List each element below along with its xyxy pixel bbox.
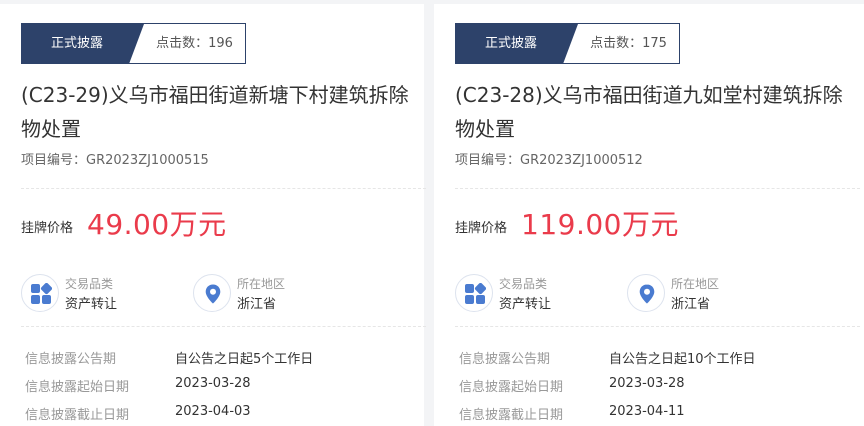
grid-apps-icon [21, 274, 59, 312]
info-key: 信息披露公告期 [459, 352, 551, 367]
category-value: 资产转让 [499, 297, 552, 312]
location-pin-icon [627, 274, 665, 312]
divider [21, 326, 426, 327]
info-value: 自公告之日起5个工作日 [175, 352, 314, 367]
info-value: 2023-04-03 [175, 404, 251, 419]
info-key: 信息披露截止日期 [459, 408, 564, 423]
listing-price: 119.00万元 [521, 208, 679, 241]
divider [455, 326, 860, 327]
category-key: 交易品类 [499, 277, 548, 291]
project-card[interactable]: 正式披露 点击数：175 (C23-28)义乌市福田街道九如堂村建筑拆除物处置 … [434, 4, 864, 426]
region-key: 所在地区 [237, 277, 286, 291]
status-badge: 正式披露 [22, 24, 144, 63]
project-number: 项目编号：GR2023ZJ1000512 [455, 153, 643, 168]
status-badge: 正式披露 [456, 24, 578, 63]
info-key: 信息披露截止日期 [25, 408, 130, 423]
project-number: 项目编号：GR2023ZJ1000515 [21, 153, 209, 168]
region-key: 所在地区 [671, 277, 720, 291]
info-value: 2023-03-28 [175, 376, 251, 391]
category-key: 交易品类 [65, 277, 114, 291]
status-tag: 正式披露 点击数：175 [455, 23, 680, 64]
info-value: 自公告之日起10个工作日 [609, 352, 756, 367]
click-count: 点击数：196 [156, 36, 233, 51]
info-key: 信息披露起始日期 [25, 380, 130, 395]
price-label: 挂牌价格 [455, 221, 508, 236]
price-label: 挂牌价格 [21, 221, 74, 236]
project-title[interactable]: (C23-28)义乌市福田街道九如堂村建筑拆除物处置 [455, 78, 860, 146]
divider [455, 188, 860, 189]
status-tag: 正式披露 点击数：196 [21, 23, 246, 64]
grid-apps-icon [455, 274, 493, 312]
category-value: 资产转让 [65, 297, 118, 312]
info-value: 2023-03-28 [609, 376, 685, 391]
location-pin-icon [193, 274, 231, 312]
divider [21, 188, 426, 189]
region-value: 浙江省 [237, 297, 277, 312]
region-value: 浙江省 [671, 297, 711, 312]
project-card[interactable]: 正式披露 点击数：196 (C23-29)义乌市福田街道新塘下村建筑拆除物处置 … [0, 4, 426, 426]
click-count: 点击数：175 [590, 36, 667, 51]
project-list: 正式披露 点击数：196 (C23-29)义乌市福田街道新塘下村建筑拆除物处置 … [0, 0, 864, 426]
info-value: 2023-04-11 [609, 404, 685, 419]
info-key: 信息披露起始日期 [459, 380, 564, 395]
project-title[interactable]: (C23-29)义乌市福田街道新塘下村建筑拆除物处置 [21, 78, 426, 146]
listing-price: 49.00万元 [87, 208, 227, 241]
info-key: 信息披露公告期 [25, 352, 117, 367]
